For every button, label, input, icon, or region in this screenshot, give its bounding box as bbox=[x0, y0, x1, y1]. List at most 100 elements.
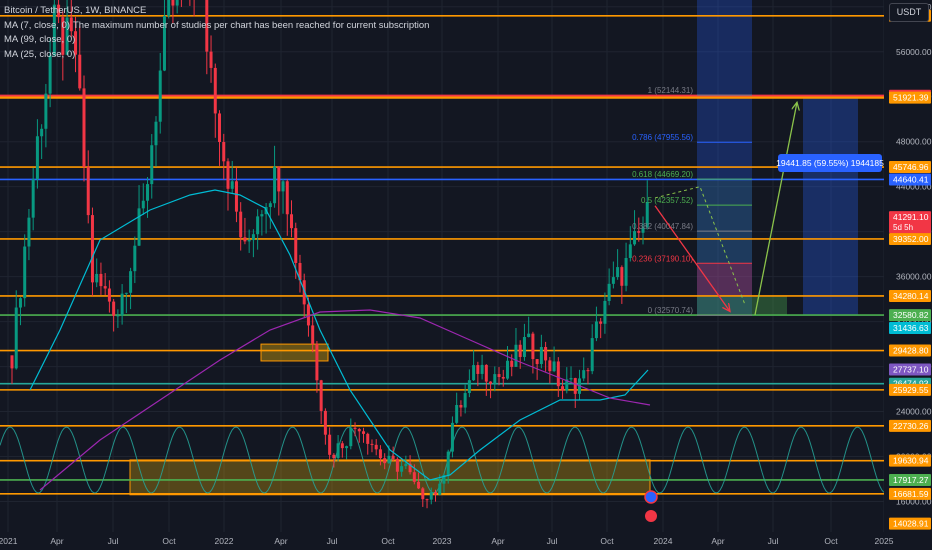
fib-label[interactable]: 0.5 (42357.52) bbox=[641, 196, 693, 205]
candlestick-series bbox=[10, 0, 649, 509]
candle-body bbox=[14, 307, 18, 369]
price-tick-label: 36000.00 bbox=[896, 272, 932, 282]
fib-red-zone bbox=[697, 263, 752, 296]
candle-body bbox=[311, 325, 315, 344]
fib-label[interactable]: 0.236 (37190.10) bbox=[632, 254, 693, 263]
axis-badge-41291.10: 41291.10 bbox=[893, 212, 929, 222]
candle-body bbox=[10, 355, 14, 369]
candle-body bbox=[362, 431, 366, 434]
time-tick-label: Apr bbox=[711, 536, 724, 546]
legend-ma7[interactable]: MA (7, close, 0) The maximum number of st… bbox=[4, 19, 429, 34]
candle-body bbox=[501, 377, 505, 379]
candle-body bbox=[230, 181, 234, 189]
candle-body bbox=[323, 410, 327, 435]
projection-label[interactable]: 19441.85 (59.55%) 1944185 bbox=[776, 158, 884, 168]
time-tick-label: 2021 bbox=[0, 536, 18, 546]
price-axis: 68000.0064000.0060000.0056000.0052000.00… bbox=[884, 0, 932, 550]
axis-badge-41291.10-countdown: 5d 5h bbox=[893, 223, 913, 232]
axis-badge-31436.63: 31436.63 bbox=[893, 323, 929, 333]
candle-body bbox=[158, 70, 162, 122]
time-tick-label: 2022 bbox=[215, 536, 234, 546]
level-badge-22730.26: 22730.26 bbox=[893, 421, 929, 431]
candle-body bbox=[31, 179, 35, 218]
candle-body bbox=[268, 203, 272, 208]
fib-label[interactable]: 0.786 (47955.56) bbox=[632, 133, 693, 142]
candle-body bbox=[400, 466, 404, 472]
candle-body bbox=[120, 293, 124, 316]
candle-body bbox=[366, 433, 370, 444]
time-tick-label: Jul bbox=[327, 536, 338, 546]
candle-body bbox=[99, 273, 103, 287]
candle-body bbox=[535, 359, 539, 365]
time-axis: 2021 Apr Jul Oct 2022 Apr Jul Oct 2023 Apr Jul Oct 2… bbox=[0, 532, 894, 550]
candle-body bbox=[95, 273, 99, 283]
candle-body bbox=[446, 451, 450, 475]
time-tick-label: 2023 bbox=[433, 536, 452, 546]
fib-label[interactable]: 1 (52144.31) bbox=[648, 86, 694, 95]
flag-icon[interactable] bbox=[645, 510, 657, 522]
time-tick-label: Oct bbox=[162, 536, 176, 546]
candle-body bbox=[23, 246, 27, 299]
candle-body bbox=[137, 208, 141, 246]
level-badge-34280.14: 34280.14 bbox=[893, 291, 929, 301]
candle-body bbox=[544, 347, 548, 361]
candle-body bbox=[582, 370, 586, 379]
candle-body bbox=[247, 240, 251, 242]
chart-legend: Bitcoin / TetherUS, 1W, BINANCE MA (7, c… bbox=[4, 4, 429, 62]
candle-body bbox=[510, 360, 514, 367]
candle-body bbox=[35, 136, 39, 180]
candle-body bbox=[480, 364, 484, 374]
candle-body bbox=[154, 121, 158, 146]
candle-body bbox=[531, 333, 535, 360]
candle-body bbox=[116, 315, 120, 317]
legend-ma25[interactable]: MA (25, close, 0) bbox=[4, 48, 429, 63]
time-tick-label: Apr bbox=[50, 536, 63, 546]
candle-body bbox=[404, 463, 408, 467]
candle-body bbox=[497, 374, 501, 378]
candle-body bbox=[518, 344, 522, 357]
candle-body bbox=[459, 405, 463, 408]
candle-body bbox=[256, 216, 260, 235]
candle-body bbox=[421, 488, 425, 500]
candle-body bbox=[243, 237, 247, 242]
candle-body bbox=[438, 483, 442, 495]
time-tick-label: Oct bbox=[824, 536, 838, 546]
candle-body bbox=[387, 455, 391, 464]
level-badge-16681.59: 16681.59 bbox=[893, 489, 929, 499]
candle-body bbox=[251, 234, 255, 241]
candle-body bbox=[594, 321, 598, 339]
candle-body bbox=[306, 304, 310, 326]
candle-body bbox=[620, 267, 624, 286]
level-badge-17917.27: 17917.27 bbox=[893, 475, 929, 485]
symbol-title[interactable]: Bitcoin / TetherUS, 1W, BINANCE bbox=[4, 5, 146, 16]
candle-body bbox=[260, 214, 264, 217]
candle-body bbox=[472, 365, 476, 381]
legend-ma99[interactable]: MA (99, close, 0) bbox=[4, 33, 429, 48]
candle-body bbox=[607, 283, 611, 301]
candle-body bbox=[590, 338, 594, 372]
price-chart[interactable]: 1.618 (64240.78)1 (52144.31)0.786 (47955… bbox=[0, 0, 932, 550]
candle-body bbox=[133, 245, 137, 272]
candle-body bbox=[556, 361, 560, 387]
fib-label[interactable]: 0 (32570.74) bbox=[648, 306, 694, 315]
candle-body bbox=[239, 211, 243, 238]
level-badge-45746.96: 45746.96 bbox=[893, 162, 929, 172]
candle-body bbox=[103, 286, 107, 289]
time-tick-label: 2024 bbox=[654, 536, 673, 546]
candle-body bbox=[27, 217, 31, 247]
candle-body bbox=[285, 181, 289, 215]
candle-body bbox=[332, 454, 336, 459]
axis-badge-14028.91: 14028.91 bbox=[893, 519, 929, 529]
event-icon[interactable] bbox=[644, 490, 658, 504]
level-badge-25929.55: 25929.55 bbox=[893, 385, 929, 395]
fib-label[interactable]: 0.618 (44669.20) bbox=[632, 170, 693, 179]
candle-body bbox=[586, 370, 590, 372]
candle-body bbox=[514, 344, 518, 367]
time-tick-label: Jul bbox=[547, 536, 558, 546]
currency-unit-button[interactable]: USDT bbox=[889, 3, 929, 22]
candle-body bbox=[429, 492, 433, 500]
candle-body bbox=[539, 347, 543, 365]
time-tick-label: Oct bbox=[381, 536, 395, 546]
candle-body bbox=[218, 113, 222, 143]
fib-label[interactable]: 0.382 (40047.84) bbox=[632, 222, 693, 231]
